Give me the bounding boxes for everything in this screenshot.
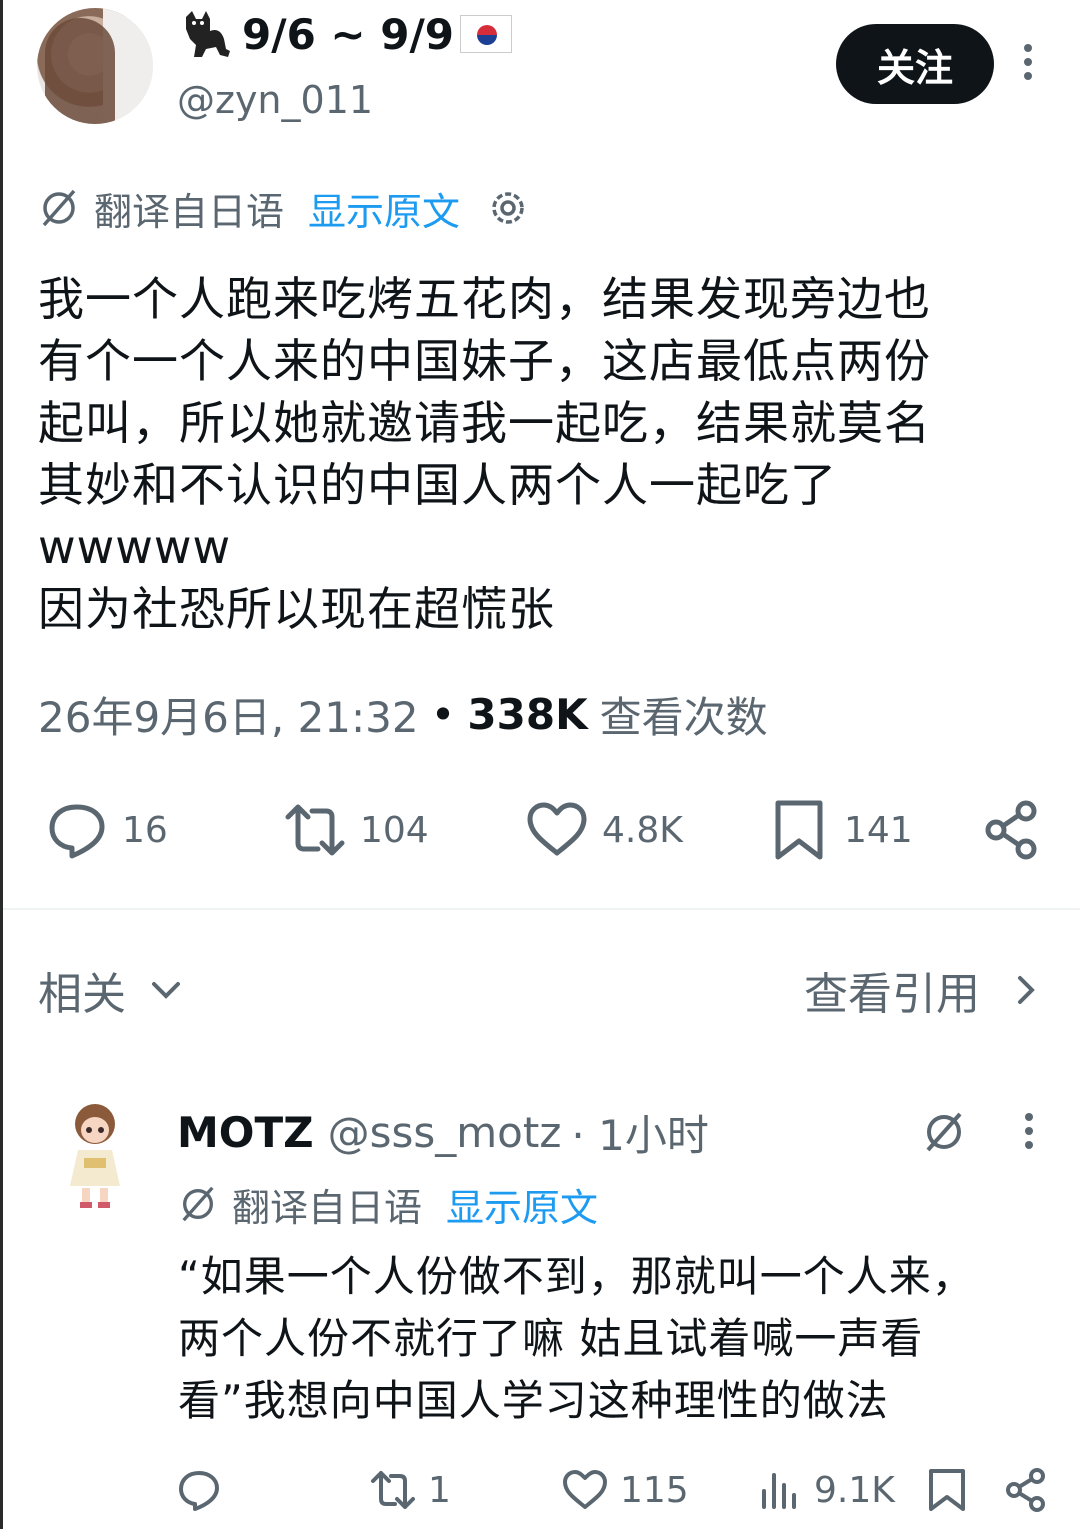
reply-icon: [179, 1471, 219, 1511]
bookmark-count: 141: [844, 809, 913, 851]
reply-time: · 1小时: [571, 1110, 709, 1160]
views-icon: [762, 1473, 796, 1509]
reply-repost-count: 1: [428, 1469, 451, 1511]
author-name: 9/6 ~ 9/9: [242, 9, 455, 59]
reply-avatar[interactable]: [62, 1100, 128, 1210]
reply-text: “如果一个人份做不到，那就叫一个人来， 两个人份不就行了嘛 姑且试着喊一声看 看…: [178, 1252, 975, 1425]
reply-count: 16: [122, 809, 168, 851]
repost-count: 104: [360, 809, 429, 851]
post-meta: 26年9月6日, 21:32 • 338K 查看次数: [38, 684, 768, 744]
bookmark-icon: [929, 1469, 965, 1511]
view-quotes-link[interactable]: 查看引用: [804, 958, 1044, 1022]
cat-icon: [186, 11, 230, 57]
views-label: 查看次数: [599, 692, 768, 742]
reply-views-button[interactable]: 9.1K: [756, 1460, 895, 1520]
like-count: 4.8K: [602, 809, 683, 851]
reply-actions: 1 115 9.1K: [0, 1460, 1080, 1520]
repost-icon: [371, 1471, 415, 1509]
post-actions: 16 104 4.8K 141: [0, 795, 1080, 865]
reply-like-count: 115: [620, 1469, 689, 1511]
like-icon: [527, 802, 587, 856]
like-button[interactable]: 4.8K: [526, 795, 683, 865]
globe-icon: [182, 1186, 214, 1222]
bookmark-button[interactable]: 141: [768, 795, 913, 865]
translation-row: 翻译自日语 显示原文: [38, 180, 530, 236]
translation-label: 翻译自日语: [94, 189, 285, 234]
related-label: 相关: [38, 969, 126, 1020]
author-avatar[interactable]: [37, 8, 153, 124]
reply-repost-button[interactable]: 1: [370, 1460, 451, 1520]
share-icon: [1006, 1468, 1045, 1512]
share-button[interactable]: [982, 795, 1044, 865]
globe-icon[interactable]: [920, 1108, 968, 1156]
reply-show-original-link[interactable]: 显示原文: [446, 1177, 598, 1232]
follow-button[interactable]: 关注: [836, 24, 994, 104]
reply-button[interactable]: 16: [46, 795, 168, 865]
post-text: 我一个人跑来吃烤五花肉，结果发现旁边也 有个一个人来的中国妹子，这店最低点两份 …: [38, 272, 931, 636]
reply-translation-row: 翻译自日语 显示原文: [178, 1176, 598, 1232]
views-count: 338K: [467, 689, 588, 739]
reply-like-button[interactable]: 115: [562, 1460, 689, 1520]
chevron-down-icon: [152, 982, 180, 999]
author-handle[interactable]: @zyn_011: [177, 78, 373, 122]
reply-share-button[interactable]: [1004, 1460, 1050, 1520]
like-icon: [563, 1470, 607, 1509]
repost-icon: [285, 804, 345, 856]
reply-views-count: 9.1K: [814, 1469, 895, 1511]
reply-translation-label: 翻译自日语: [232, 1185, 423, 1230]
view-quotes-label: 查看引用: [804, 969, 980, 1020]
author-name-row[interactable]: 9/6 ~ 9/9: [180, 8, 513, 60]
repost-button[interactable]: 104: [284, 795, 429, 865]
post-date[interactable]: 26年9月6日, 21:32: [38, 684, 419, 745]
reply-header: MOTZ @sss_motz · 1小时: [177, 1104, 709, 1160]
window-edge: [0, 0, 3, 1529]
reply-icon: [49, 804, 105, 859]
gear-icon[interactable]: [486, 186, 530, 230]
reply-author-handle[interactable]: @sss_motz: [328, 1108, 562, 1157]
reply-reply-button[interactable]: [176, 1460, 222, 1520]
meta-separator: •: [430, 689, 456, 739]
korea-flag-icon: [460, 15, 513, 53]
reply-more-icon[interactable]: [1022, 1113, 1036, 1157]
reply-bookmark-button[interactable]: [924, 1460, 970, 1520]
section-divider: [3, 908, 1080, 910]
show-original-link[interactable]: 显示原文: [308, 181, 460, 236]
globe-icon: [42, 189, 76, 227]
chevron-right-icon: [1018, 976, 1035, 1004]
related-dropdown[interactable]: 相关: [38, 958, 186, 1022]
reply-author-name[interactable]: MOTZ: [177, 1108, 314, 1157]
bookmark-icon: [775, 800, 823, 860]
share-icon: [985, 800, 1037, 860]
more-icon[interactable]: [1020, 44, 1036, 88]
